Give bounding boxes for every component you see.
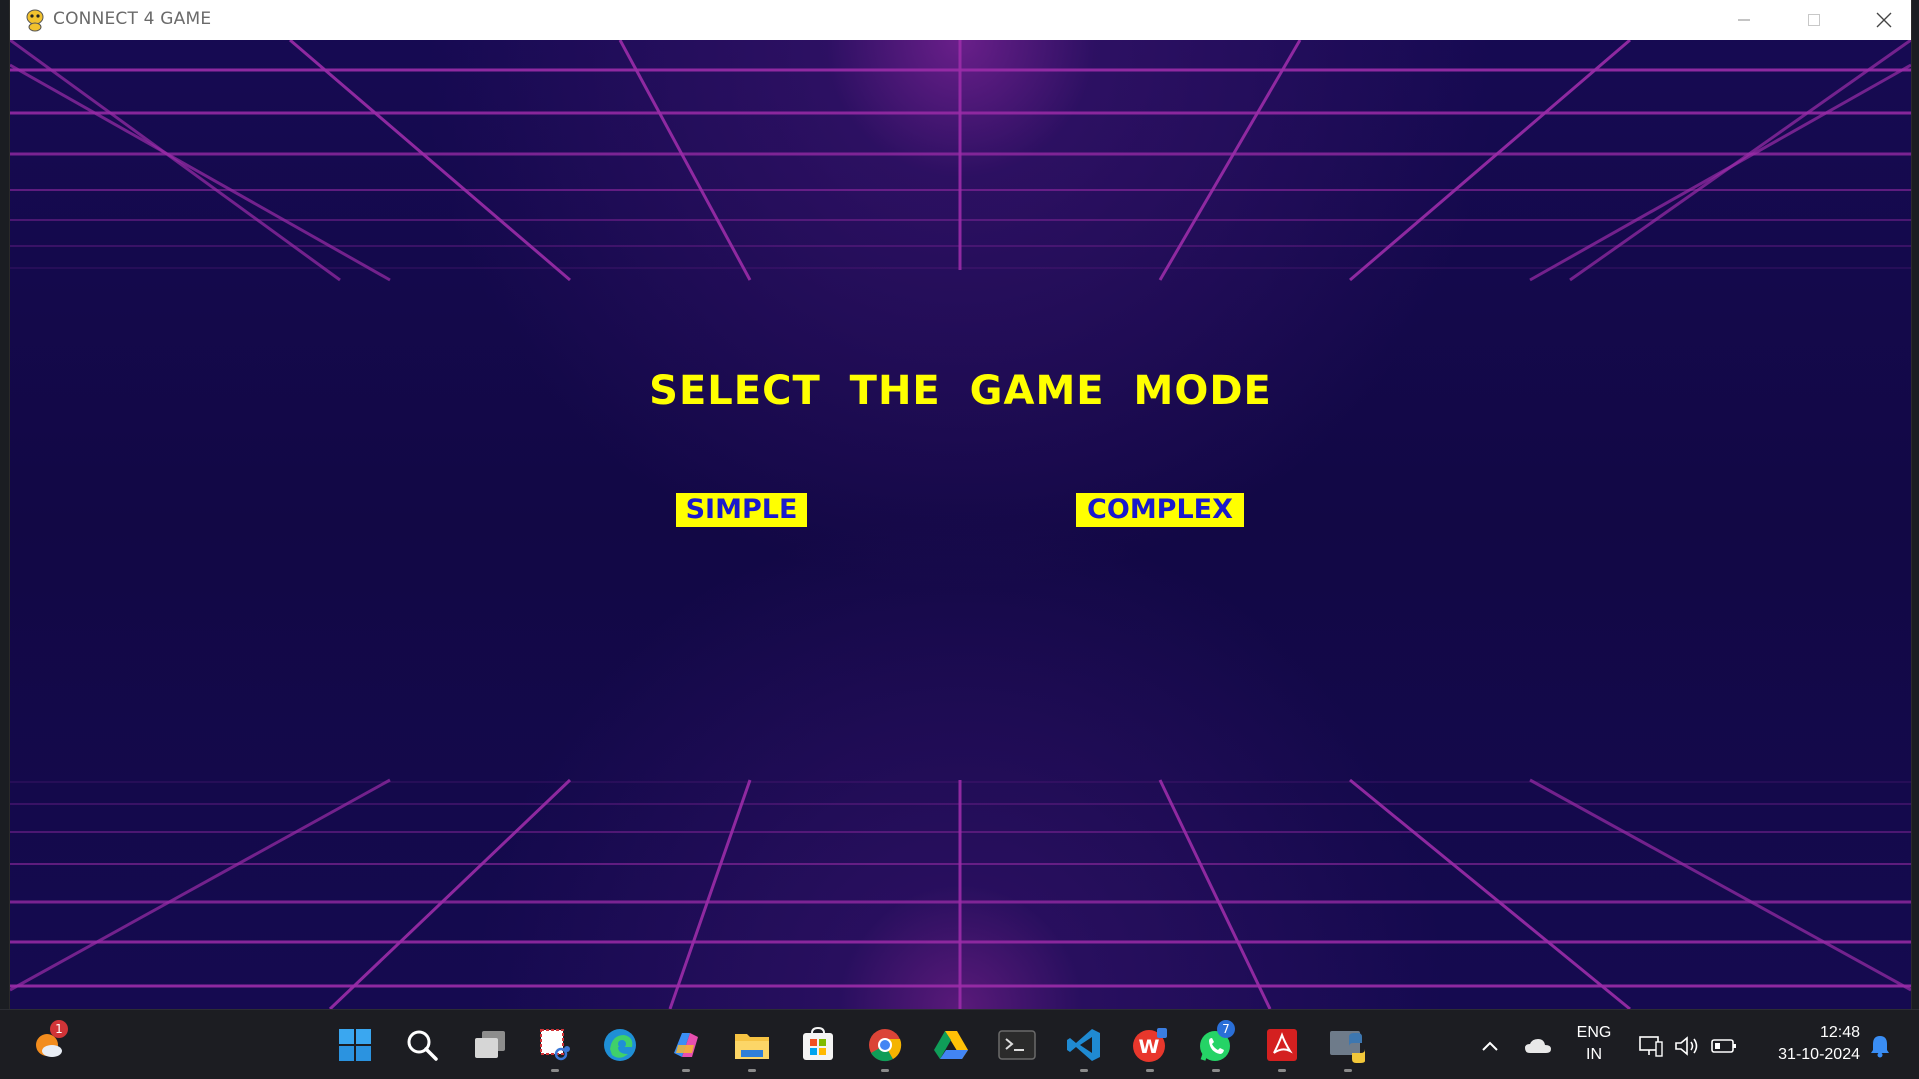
chevron-up-icon bbox=[1482, 1041, 1498, 1051]
bell-icon bbox=[1871, 1036, 1889, 1058]
floor-line bbox=[668, 779, 752, 1009]
running-indicator bbox=[1080, 1069, 1088, 1072]
floor-line bbox=[1158, 779, 1272, 1009]
region-code: IN bbox=[1586, 1046, 1602, 1063]
search-button[interactable] bbox=[401, 1024, 443, 1066]
chrome-button[interactable] bbox=[864, 1024, 906, 1072]
language-indicator[interactable]: ENG IN bbox=[1568, 1022, 1620, 1066]
terminal-icon bbox=[998, 1030, 1036, 1060]
whatsapp-button[interactable]: 7 bbox=[1195, 1020, 1237, 1072]
maximize-icon bbox=[1808, 14, 1820, 26]
clock-date: 31-10-2024 bbox=[1778, 1046, 1860, 1063]
battery-icon bbox=[1711, 1039, 1736, 1053]
network-icon bbox=[1639, 1036, 1663, 1057]
python-icon bbox=[1330, 1031, 1365, 1063]
ceiling-line bbox=[1349, 40, 1631, 282]
start-button[interactable] bbox=[334, 1024, 376, 1066]
onedrive-button[interactable] bbox=[1524, 1032, 1552, 1060]
running-indicator bbox=[1278, 1069, 1286, 1072]
snipping-tool-button[interactable] bbox=[534, 1024, 576, 1072]
acrobat-icon bbox=[1267, 1029, 1297, 1061]
close-icon bbox=[1876, 12, 1892, 28]
google-drive-button[interactable] bbox=[930, 1024, 972, 1066]
running-indicator bbox=[1344, 1069, 1352, 1072]
start-icon bbox=[339, 1029, 371, 1061]
floor-line bbox=[1349, 778, 1631, 1009]
taskbar: 1 W 7 ENG IN 12:48 31-10-2024 bbox=[0, 1009, 1919, 1079]
running-indicator bbox=[1146, 1069, 1154, 1072]
python-button[interactable] bbox=[1327, 1024, 1369, 1072]
show-hidden-icons-button[interactable] bbox=[1476, 1032, 1504, 1060]
app-window: CONNECT 4 GAME SELECT THE GAME MODE SIMP… bbox=[10, 0, 1911, 1009]
file-explorer-button[interactable] bbox=[731, 1024, 773, 1072]
snipping-tool-icon bbox=[540, 1029, 570, 1061]
floor-line bbox=[328, 778, 572, 1009]
volume-button[interactable] bbox=[1673, 1032, 1701, 1060]
notifications-button[interactable] bbox=[1866, 1032, 1894, 1060]
minimize-icon bbox=[1738, 19, 1750, 21]
running-indicator bbox=[881, 1069, 889, 1072]
minimize-button[interactable] bbox=[1710, 0, 1778, 40]
microsoft-store-icon bbox=[803, 1027, 833, 1060]
google-drive-icon bbox=[934, 1031, 968, 1059]
clock-time: 12:48 bbox=[1819, 1024, 1860, 1041]
volume-icon bbox=[1675, 1036, 1698, 1056]
wps-office-icon: W bbox=[1133, 1028, 1167, 1062]
ceiling-line bbox=[10, 63, 391, 282]
whatsapp-badge: 7 bbox=[1217, 1020, 1235, 1038]
language-code: ENG bbox=[1576, 1024, 1612, 1041]
game-canvas[interactable]: SELECT THE GAME MODE SIMPLE COMPLEX bbox=[10, 40, 1911, 1009]
terminal-button[interactable] bbox=[996, 1024, 1038, 1066]
simple-mode-button[interactable]: SIMPLE bbox=[676, 493, 807, 527]
floor-line bbox=[1529, 778, 1911, 992]
running-indicator bbox=[682, 1069, 690, 1072]
window-title: CONNECT 4 GAME bbox=[53, 9, 212, 29]
copilot-icon bbox=[674, 1033, 698, 1057]
title-bar[interactable]: CONNECT 4 GAME bbox=[10, 0, 1911, 41]
svg-text:W: W bbox=[1139, 1036, 1160, 1058]
edge-icon bbox=[604, 1029, 636, 1061]
vscode-button[interactable] bbox=[1063, 1024, 1105, 1072]
ceiling-line bbox=[289, 40, 571, 282]
wps-office-button[interactable]: W bbox=[1129, 1024, 1171, 1072]
weather-badge: 1 bbox=[50, 1020, 68, 1038]
retro-grid-background bbox=[10, 40, 1911, 1009]
task-view-button[interactable] bbox=[469, 1024, 511, 1066]
maximize-button[interactable] bbox=[1780, 0, 1848, 40]
file-explorer-icon bbox=[735, 1034, 769, 1059]
microsoft-store-button[interactable] bbox=[797, 1024, 839, 1066]
running-indicator bbox=[748, 1069, 756, 1072]
complex-mode-button[interactable]: COMPLEX bbox=[1076, 493, 1244, 527]
task-view-icon bbox=[475, 1031, 505, 1058]
pygame-snake-icon bbox=[24, 8, 46, 32]
ceiling-line bbox=[1158, 40, 1302, 281]
ceiling-line bbox=[1529, 63, 1911, 282]
vscode-icon bbox=[1067, 1029, 1100, 1061]
running-indicator bbox=[551, 1069, 559, 1072]
close-button[interactable] bbox=[1850, 0, 1918, 40]
weather-widget[interactable]: 1 bbox=[28, 1020, 70, 1066]
acrobat-button[interactable] bbox=[1261, 1024, 1303, 1072]
copilot-button[interactable] bbox=[665, 1024, 707, 1072]
cloud-icon bbox=[1525, 1039, 1551, 1053]
chrome-icon bbox=[869, 1029, 902, 1062]
floor-line bbox=[10, 778, 391, 992]
search-icon bbox=[407, 1030, 438, 1061]
clock[interactable]: 12:48 31-10-2024 bbox=[1752, 1022, 1860, 1066]
ceiling-line bbox=[618, 40, 752, 281]
edge-button[interactable] bbox=[599, 1024, 641, 1066]
running-indicator bbox=[1212, 1069, 1220, 1072]
mode-select-heading: SELECT THE GAME MODE bbox=[649, 368, 1272, 414]
network-button[interactable] bbox=[1637, 1032, 1665, 1060]
battery-button[interactable] bbox=[1710, 1032, 1738, 1060]
